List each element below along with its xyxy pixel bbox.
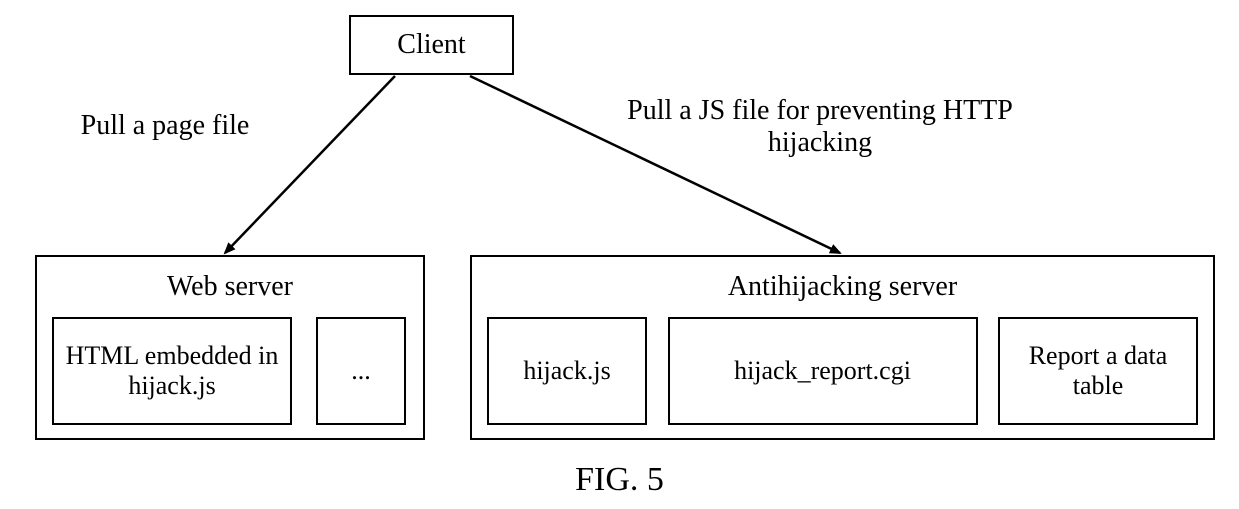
client-box: Client xyxy=(349,15,514,75)
client-label: Client xyxy=(397,29,465,61)
web-server-item-html: HTML embedded in hijack.js xyxy=(52,317,292,425)
antihijacking-item-hijackjs: hijack.js xyxy=(487,317,647,425)
edge-label-left: Pull a page file xyxy=(55,110,275,142)
web-server-item-more: ... xyxy=(316,317,406,425)
antihijacking-server-box: Antihijacking server hijack.js hijack_re… xyxy=(470,255,1215,440)
antihijacking-item-report: hijack_report.cgi xyxy=(668,317,978,425)
web-server-title: Web server xyxy=(52,267,408,317)
antihijacking-server-title: Antihijacking server xyxy=(487,267,1198,317)
edge-label-right: Pull a JS file for preventing HTTP hijac… xyxy=(580,95,1060,159)
web-server-box: Web server HTML embedded in hijack.js ..… xyxy=(35,255,425,440)
figure-caption: FIG. 5 xyxy=(0,461,1239,499)
web-server-items: HTML embedded in hijack.js ... xyxy=(52,317,408,425)
antihijacking-item-datatable: Report a data table xyxy=(998,317,1198,425)
antihijacking-server-items: hijack.js hijack_report.cgi Report a dat… xyxy=(487,317,1198,425)
arrow-left xyxy=(225,76,395,253)
